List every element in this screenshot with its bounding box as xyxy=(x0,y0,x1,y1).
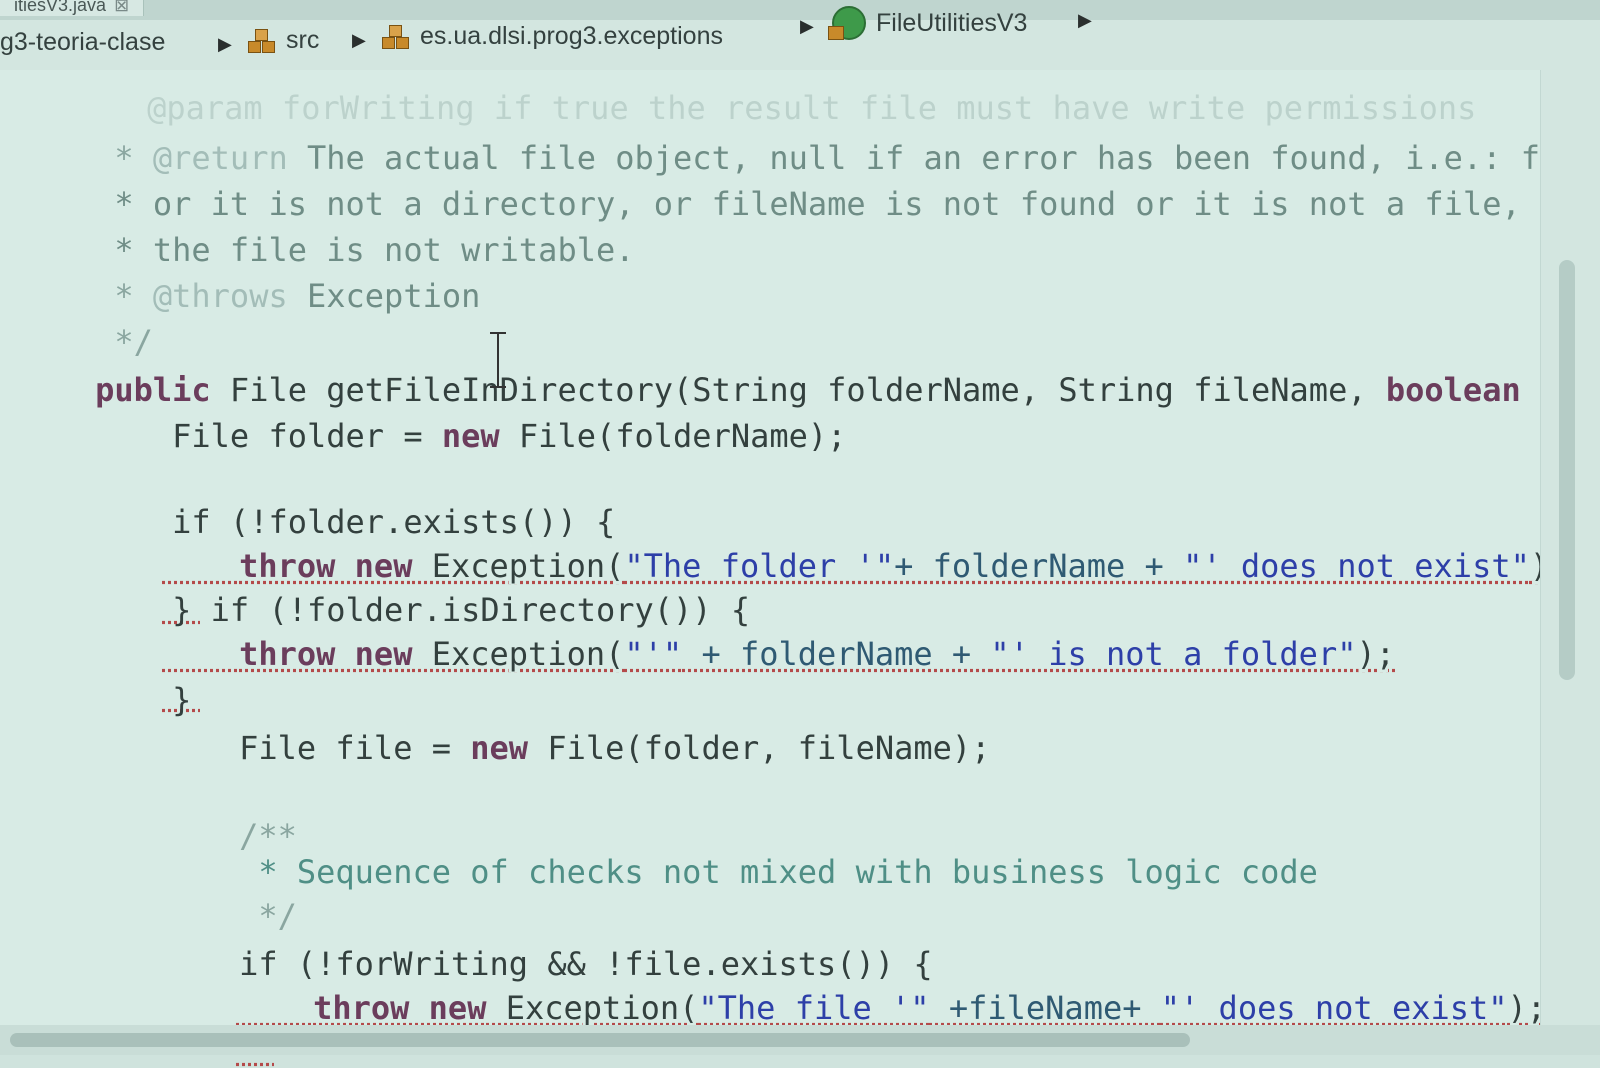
code-text: File(folder, fileName); xyxy=(528,729,991,767)
code-text: Exception( xyxy=(486,989,699,1027)
keyword: boolean xyxy=(1385,371,1521,409)
vertical-scrollbar-thumb[interactable] xyxy=(1559,260,1575,680)
keyword: new xyxy=(470,729,529,767)
keyword: new xyxy=(441,417,500,455)
string-literal: "'" xyxy=(624,635,683,673)
javadoc-text: Exception xyxy=(287,277,481,315)
code-text: File folder = xyxy=(95,417,442,455)
code-text: File(folderName); xyxy=(499,417,847,455)
breadcrumb-package[interactable]: es.ua.dlsi.prog3.exceptions xyxy=(382,22,723,51)
vertical-scrollbar[interactable] xyxy=(1540,70,1600,1025)
string-literal: "' is not a folder" xyxy=(990,635,1357,673)
code-text: File file = xyxy=(239,729,471,767)
horizontal-scrollbar-thumb[interactable] xyxy=(10,1033,1190,1047)
string-literal: "The file '" xyxy=(698,989,930,1027)
package-icon xyxy=(382,24,410,50)
keyword: throw new xyxy=(239,635,413,673)
java-class-icon xyxy=(828,6,866,40)
chevron-right-icon: ▶ xyxy=(800,16,814,36)
horizontal-scrollbar[interactable] xyxy=(0,1025,1600,1055)
code-text: Exception( xyxy=(412,635,625,673)
breadcrumb-package-label: es.ua.dlsi.prog3.exceptions xyxy=(420,22,723,50)
text-cursor-icon xyxy=(488,332,508,392)
code-text: + folderName + xyxy=(682,635,991,673)
string-literal: "' does not exist" xyxy=(1160,989,1508,1027)
close-tab-icon[interactable]: ⊠ xyxy=(114,0,129,15)
editor-tab[interactable]: itiesV3.java ⊠ xyxy=(0,0,145,16)
code-text: ); xyxy=(1356,635,1395,673)
breadcrumb-class-label: FileUtilitiesV3 xyxy=(876,8,1028,37)
comment-text: * Sequence of checks not mixed with busi… xyxy=(239,853,1318,891)
breadcrumb-class[interactable]: FileUtilitiesV3 xyxy=(828,6,1028,40)
code-text: +fileName+ xyxy=(929,989,1161,1027)
javadoc-tag: @throws xyxy=(152,277,288,315)
code-editor[interactable]: @param forWriting if true the result fil… xyxy=(0,70,1600,1027)
editor-tab-title: itiesV3.java xyxy=(14,0,107,15)
string-literal: "' does not exist" xyxy=(1183,547,1530,585)
keyword: throw new xyxy=(313,989,487,1027)
code-text: + folderName + xyxy=(894,547,1184,585)
chevron-right-icon: ▶ xyxy=(1078,10,1092,30)
